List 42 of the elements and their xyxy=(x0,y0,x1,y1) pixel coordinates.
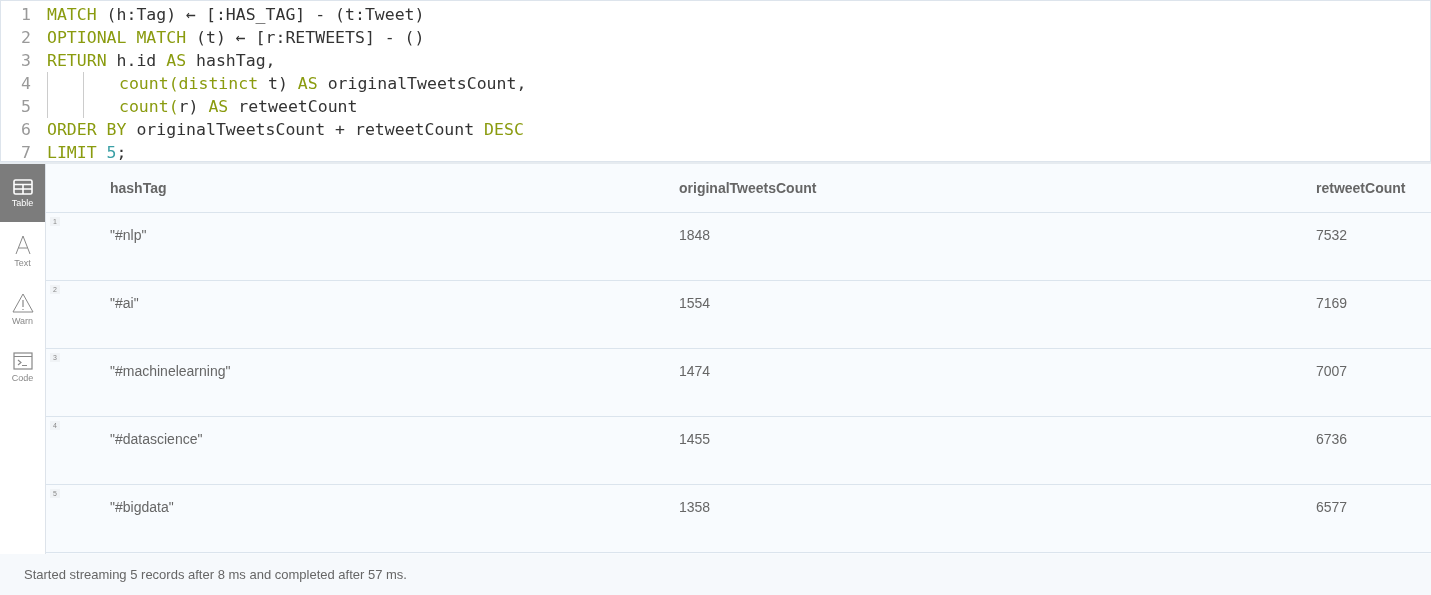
table-cell-text: 6736 xyxy=(1316,430,1348,447)
table-cell-text: 1554 xyxy=(679,294,711,311)
line-number: 3 xyxy=(20,51,32,70)
code-line: RETURN h.id AS hashTag, xyxy=(47,51,276,70)
view-tab[interactable]: Table xyxy=(0,164,45,222)
terminal-icon xyxy=(12,351,33,370)
line-number: 4 xyxy=(20,74,32,93)
table-cell-text: 1848 xyxy=(679,226,711,243)
table-cell-text: "#bigdata" xyxy=(110,498,174,515)
code-line: count(distinct t) AS originalTweetsCount, xyxy=(119,74,527,93)
code-line: OPTIONAL MATCH (t) ← [r:RETWEETS] - () xyxy=(47,28,425,47)
view-tab[interactable]: Text xyxy=(0,222,45,280)
letter-a-icon xyxy=(13,234,32,255)
column-header: hashTag xyxy=(110,180,167,196)
column-header: originalTweetsCount xyxy=(679,180,817,196)
view-tab[interactable]: Warn xyxy=(0,280,45,338)
line-number: 6 xyxy=(20,120,32,139)
code-line: LIMIT 5; xyxy=(47,143,127,162)
table-icon xyxy=(12,178,33,195)
table-cell-text: 7007 xyxy=(1316,362,1348,379)
table-cell-text: 1455 xyxy=(679,430,711,447)
line-number: 1 xyxy=(20,5,32,24)
table-cell-text: "#datascience" xyxy=(110,430,203,447)
table-cell-text: "#nlp" xyxy=(110,226,147,243)
table-cell-text: 1358 xyxy=(679,498,711,515)
table-cell-text: 1474 xyxy=(679,362,711,379)
status-message: Started streaming 5 records after 8 ms and completed after 57 ms. xyxy=(0,554,1431,595)
table-cell-text: "#machinelearning" xyxy=(110,362,231,379)
code-line: ORDER BY originalTweetsCount + retweetCount DESC xyxy=(47,120,524,139)
table-cell-text: "#ai" xyxy=(110,294,139,311)
line-number: 2 xyxy=(20,28,32,47)
line-number: 5 xyxy=(20,97,32,116)
code-line: MATCH (h:Tag) ← [:HAS_TAG] - (t:Tweet) xyxy=(47,5,425,24)
view-tab[interactable]: Code xyxy=(0,338,45,396)
warning-icon xyxy=(11,292,34,313)
line-number: 7 xyxy=(20,143,32,162)
column-header: retweetCount xyxy=(1316,180,1406,196)
code-line: count(r) AS retweetCount xyxy=(119,97,358,116)
table-cell-text: 7169 xyxy=(1316,294,1348,311)
code-editor[interactable] xyxy=(0,0,1431,162)
table-cell-text: 6577 xyxy=(1316,498,1348,515)
table-cell-text: 7532 xyxy=(1316,226,1348,243)
